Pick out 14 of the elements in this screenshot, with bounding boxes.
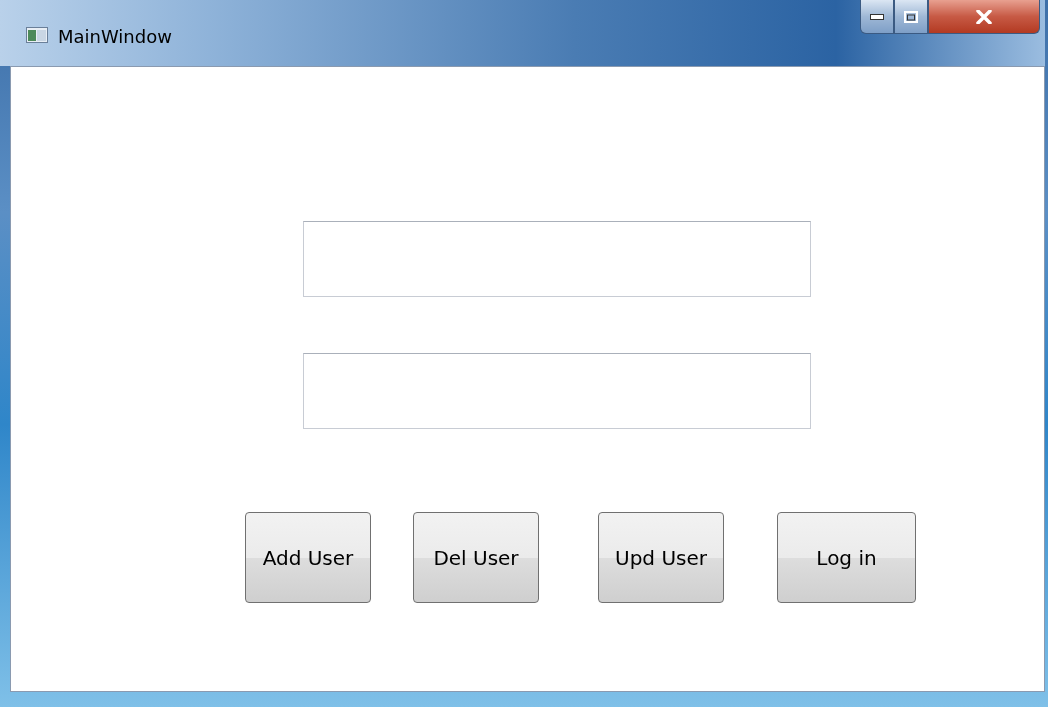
maximize-icon bbox=[904, 10, 918, 23]
action-button[interactable]: Log in bbox=[777, 512, 916, 603]
close-button[interactable] bbox=[928, 0, 1040, 34]
close-icon bbox=[976, 9, 992, 24]
minimize-icon bbox=[870, 13, 884, 20]
action-button[interactable]: Add User bbox=[245, 512, 371, 603]
window-title: MainWindow bbox=[58, 26, 172, 47]
text-field[interactable] bbox=[303, 221, 811, 297]
text-field[interactable] bbox=[303, 353, 811, 429]
maximize-button[interactable] bbox=[894, 0, 928, 34]
action-button[interactable]: Upd User bbox=[598, 512, 724, 603]
window-icon bbox=[26, 27, 48, 43]
minimize-button[interactable] bbox=[860, 0, 894, 34]
action-button[interactable]: Del User bbox=[413, 512, 539, 603]
